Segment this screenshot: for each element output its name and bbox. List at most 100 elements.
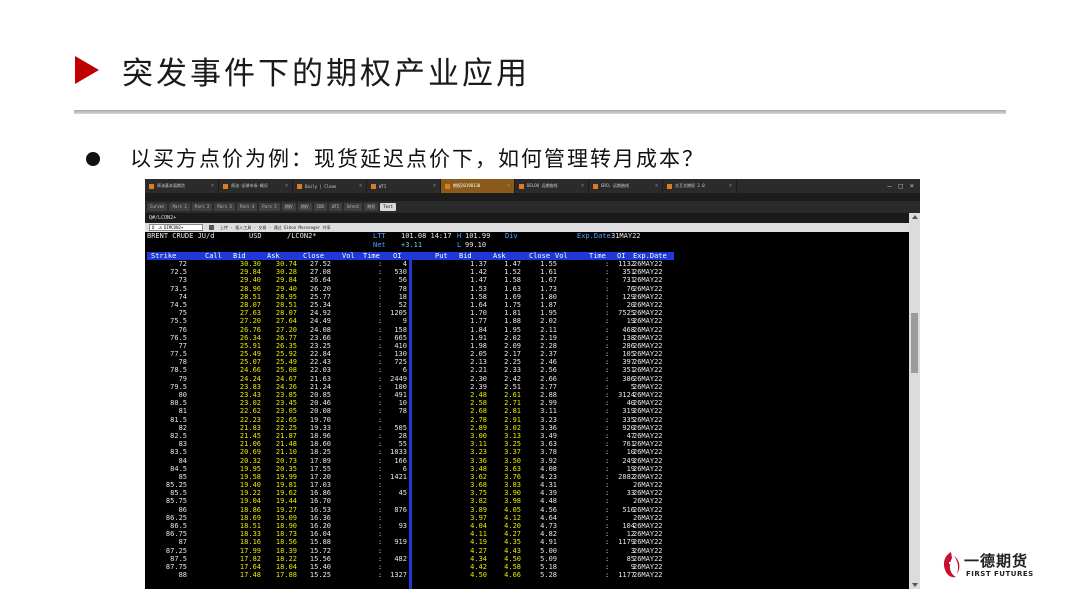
close-icon[interactable]: ×	[581, 183, 584, 189]
function-tab[interactable]: Pars 3	[214, 203, 235, 211]
terminal-tab[interactable]: DELOO 远期曲线 ×	[515, 179, 589, 193]
close-icon[interactable]: ×	[655, 183, 658, 189]
close-icon[interactable]: ×	[507, 183, 510, 189]
close-window-icon[interactable]: ×	[910, 182, 914, 190]
toolbar-icon[interactable]	[209, 225, 214, 230]
call-time-cell: :	[378, 374, 383, 383]
exp-date-cell: 26MAY22	[633, 341, 663, 350]
exp-date-cell: 26MAY22	[633, 399, 663, 408]
bullet-icon	[86, 152, 100, 166]
function-tab[interactable]: Curves	[147, 203, 168, 211]
function-tab[interactable]: Pars 4	[236, 203, 258, 211]
call-time-cell: :	[378, 276, 383, 285]
minimize-icon[interactable]: –	[887, 182, 891, 190]
put-close-cell: 4.31	[540, 481, 557, 490]
scroll-thumb[interactable]	[911, 313, 918, 373]
exp-date-cell: 26MAY22	[633, 268, 663, 277]
exp-date-cell: 26MAY22	[633, 391, 663, 399]
call-time-cell: :	[378, 456, 383, 465]
call-close-cell: 20.08	[309, 407, 331, 416]
call-oi-cell: 1033	[390, 448, 407, 457]
call-close-cell: 16.86	[309, 489, 331, 498]
put-time-cell: :	[605, 456, 610, 465]
exp-date-cell: 26MAY22	[633, 374, 663, 383]
strike-cell: 83	[178, 440, 187, 449]
function-tab[interactable]: Brent	[344, 203, 363, 211]
function-tab[interactable]: 期权	[364, 203, 379, 211]
put-oi-cell: 20	[626, 300, 635, 309]
exp-date-cell: 26MAY22	[633, 276, 663, 285]
strike-cell: 83.5	[170, 448, 187, 457]
put-close-cell: 3.36	[540, 423, 557, 432]
put-time-cell: :	[605, 374, 610, 383]
col-put-oi: OI	[617, 252, 626, 260]
put-time-cell: :	[605, 333, 610, 342]
call-close-cell: 15.56	[309, 554, 331, 563]
exp-date-cell: 26MAY22	[633, 382, 663, 391]
terminal-tab[interactable]: 原油基本面期货 ×	[145, 179, 219, 193]
terminal-tab-active[interactable]: 期权20190130 ×	[441, 179, 515, 193]
scroll-down-icon[interactable]	[912, 583, 918, 587]
put-close-cell: 5.18	[540, 562, 557, 571]
put-oi-cell: 40	[626, 399, 635, 408]
function-tab[interactable]: 期权	[297, 203, 312, 211]
terminal-tab[interactable]: GRCL 远期曲线 ×	[589, 179, 663, 193]
exp-date-cell: 26MAY22	[633, 358, 663, 367]
put-time-cell: :	[605, 276, 610, 285]
put-oi-cell: 138	[622, 333, 635, 342]
call-close-cell: 17.89	[309, 456, 331, 465]
call-time-cell: :	[378, 260, 383, 268]
vertical-scrollbar[interactable]	[909, 213, 920, 589]
exp-date-cell: 26MAY22	[633, 546, 663, 555]
strike-cell: 75	[178, 309, 187, 318]
exp-date-cell: 26MAY22	[633, 489, 663, 498]
function-tab-strip: Curves Pars 1 Pars 2 Pars 3 Pars 4 Pars 5 期权 期权…	[145, 201, 920, 213]
scroll-up-icon[interactable]	[912, 215, 918, 219]
close-icon[interactable]: ×	[359, 183, 362, 189]
strike-cell: 87.25	[165, 546, 187, 555]
terminal-tab[interactable]: 原油-全球市场-概况 ×	[219, 179, 293, 193]
put-close-cell: 5.09	[540, 554, 557, 563]
put-close-cell: 3.49	[540, 431, 557, 440]
exp-date-cell: 26MAY22	[633, 300, 663, 309]
function-tab[interactable]: 期权	[281, 203, 296, 211]
close-icon[interactable]: ×	[211, 183, 214, 189]
exp-date-cell: 26MAY22	[633, 325, 663, 334]
put-close-cell: 4.64	[540, 513, 557, 522]
function-tab[interactable]: Test	[380, 203, 396, 211]
put-close-cell: 1.73	[540, 284, 557, 293]
function-tab[interactable]: Pars 1	[169, 203, 190, 211]
put-time-cell: :	[605, 325, 610, 334]
logo-en-text: FIRST FUTURES	[966, 570, 1034, 578]
close-icon[interactable]: ×	[729, 183, 732, 189]
tab-icon	[371, 183, 376, 189]
function-tab[interactable]: WTI	[328, 203, 343, 211]
terminal-tab[interactable]: 交互式期权 2.0 ×	[663, 179, 737, 193]
put-close-cell: 2.28	[540, 341, 557, 350]
low-value: 99.10	[465, 241, 487, 249]
put-oi-cell: 3	[630, 546, 635, 555]
exp-date-cell: 26MAY22	[633, 448, 663, 457]
call-time-cell: :	[378, 358, 383, 367]
maximize-icon[interactable]: □	[899, 182, 903, 190]
function-tab[interactable]: CDD	[313, 203, 327, 211]
put-oi-cell: 105	[622, 350, 635, 359]
put-close-cell: 2.19	[540, 333, 557, 342]
put-close-cell: 4.73	[540, 522, 557, 530]
terminal-tab[interactable]: Daily | Clean ×	[293, 179, 367, 193]
exp-date-cell: 26MAY22	[633, 407, 663, 416]
put-oi-cell: 731	[622, 276, 635, 285]
put-time-cell: :	[605, 530, 610, 539]
strike-cell: 80.5	[170, 399, 187, 408]
close-icon[interactable]: ×	[433, 183, 436, 189]
terminal-tab[interactable]: WTI ×	[367, 179, 441, 193]
put-time-cell: :	[605, 481, 610, 490]
put-close-cell: 4.91	[540, 538, 557, 547]
function-tab[interactable]: Pars 2	[191, 203, 213, 211]
function-tab[interactable]: Pars 5	[259, 203, 280, 211]
strike-cell: 82	[178, 423, 187, 432]
command-input[interactable]: Q .a DIMCON2+	[149, 224, 203, 231]
call-time-cell: :	[378, 292, 383, 301]
call-oi-cell: 130	[394, 350, 407, 359]
close-icon[interactable]: ×	[285, 183, 288, 189]
